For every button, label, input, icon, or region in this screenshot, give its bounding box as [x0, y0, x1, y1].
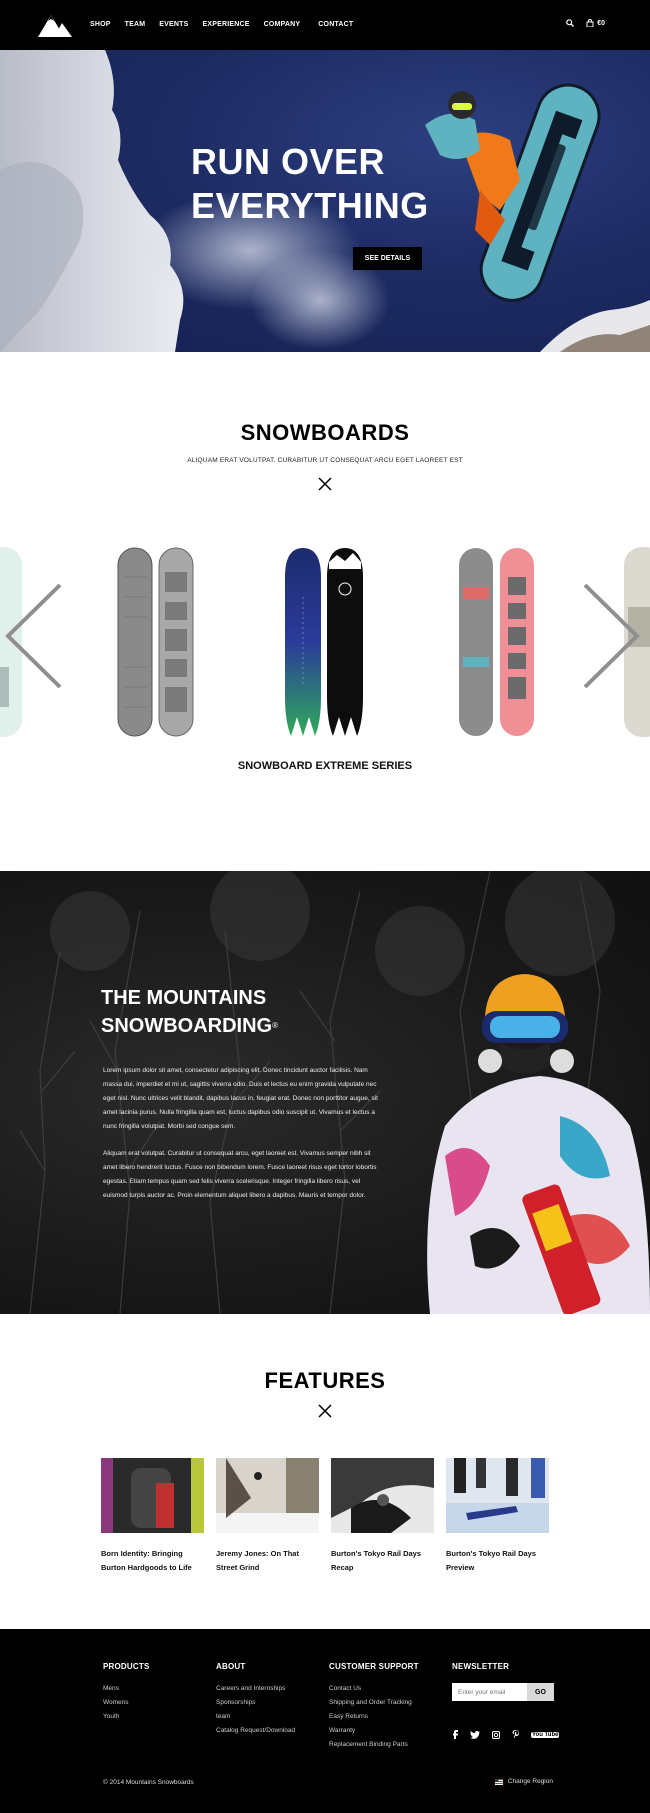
snowboarder-portrait-image	[427, 974, 650, 1314]
snowboard-burton-gray[interactable]	[117, 547, 195, 737]
snowboard-extreme-series[interactable]	[285, 547, 365, 737]
nav-experience[interactable]: EXPERIENCE	[203, 21, 250, 28]
newsletter-heading: NEWSLETTER	[452, 1662, 510, 1671]
newsletter-email-input[interactable]	[452, 1683, 527, 1701]
nav-shop[interactable]: SHOP	[90, 21, 111, 28]
footer-heading: PRODUCTS	[103, 1662, 150, 1671]
pinterest-icon[interactable]	[512, 1730, 519, 1739]
footer-link[interactable]: Womens	[103, 1696, 150, 1710]
mountain-logo-icon[interactable]	[38, 13, 72, 37]
shopping-bag-icon	[586, 19, 594, 27]
cart-button[interactable]: €0	[586, 19, 605, 27]
nav-contact[interactable]: CONTACT	[318, 21, 353, 28]
feature-card[interactable]: Jeremy Jones: On That Street Grind	[216, 1458, 319, 1575]
copyright-text: © 2014 Mountains Snowboards	[103, 1779, 194, 1786]
instagram-icon[interactable]	[492, 1730, 500, 1739]
snowboards-subtitle: ALIQUAM ERAT VOLUTPAT. CURABITUR UT CONS…	[187, 457, 463, 464]
mountains-paragraph-1: Lorem ipsum dolor sit amet, consectetur …	[103, 1067, 378, 1130]
feature-image-jeremy-jones	[216, 1458, 319, 1533]
search-icon[interactable]	[566, 19, 575, 27]
feature-image-tokyo-rail-preview	[446, 1458, 549, 1533]
snowboard-custom-pink[interactable]	[458, 547, 536, 737]
feature-caption[interactable]: Born Identity: Bringing Burton Hardgoods…	[101, 1547, 204, 1575]
snowboarder-jumping-image	[425, 83, 601, 302]
registered-mark: ®	[272, 1021, 279, 1030]
change-region-label: Change Region	[507, 1778, 553, 1785]
feature-card[interactable]: Born Identity: Bringing Burton Hardgoods…	[101, 1458, 204, 1575]
site-footer: PRODUCTS Mens Womens Youth ABOUT Careers…	[0, 1629, 650, 1813]
mountains-title: THE MOUNTAINS SNOWBOARDING®	[101, 984, 278, 1040]
footer-link[interactable]: Shipping and Order Tracking	[329, 1696, 419, 1710]
footer-about: ABOUT Careers and Internships Sponsorshi…	[216, 1662, 295, 1738]
see-details-button[interactable]: SEE DETAILS	[353, 247, 422, 270]
hero-title: RUN OVER EVERYTHING	[191, 140, 429, 228]
feature-card[interactable]: Burton's Tokyo Rail Days Preview	[446, 1458, 549, 1575]
nav-events[interactable]: EVENTS	[159, 21, 188, 28]
youtube-icon[interactable]: You Tube	[531, 1731, 560, 1738]
hero-title-line2: EVERYTHING	[191, 185, 429, 226]
footer-link[interactable]: Warranty	[329, 1724, 419, 1738]
close-x-icon	[318, 1404, 332, 1418]
hero-title-line1: RUN OVER	[191, 141, 386, 182]
change-region-link[interactable]: Change Region	[494, 1778, 553, 1785]
footer-link[interactable]: Easy Returns	[329, 1710, 419, 1724]
footer-link[interactable]: Careers and Internships	[216, 1682, 295, 1696]
footer-link[interactable]: Sponsorships	[216, 1696, 295, 1710]
carousel-prev-arrow-icon[interactable]	[5, 583, 63, 689]
nav-team[interactable]: TEAM	[125, 21, 146, 28]
footer-link[interactable]: Replacement Binding Parts	[329, 1738, 419, 1752]
us-flag-icon	[494, 1778, 503, 1785]
feature-card[interactable]: Burton's Tokyo Rail Days Recap	[331, 1458, 434, 1575]
footer-products: PRODUCTS Mens Womens Youth	[103, 1662, 150, 1724]
social-links: You Tube	[452, 1730, 560, 1739]
feature-image-tokyo-rail-recap	[331, 1458, 434, 1533]
footer-heading: CUSTOMER SUPPORT	[329, 1662, 419, 1671]
mountains-title-line2: SNOWBOARDING	[101, 1015, 273, 1037]
mountains-paragraph-2: Aliquam erat volutpat. Curabitur ut cons…	[103, 1150, 377, 1199]
twitter-icon[interactable]	[470, 1730, 480, 1739]
footer-link[interactable]: Youth	[103, 1710, 150, 1724]
header-actions: €0	[566, 19, 605, 27]
hero-banner: RUN OVER EVERYTHING SEE DETAILS	[0, 50, 650, 352]
footer-customer-support: CUSTOMER SUPPORT Contact Us Shipping and…	[329, 1662, 419, 1752]
footer-newsletter: NEWSLETTER	[452, 1662, 509, 1682]
youtube-label: You Tube	[531, 1731, 560, 1738]
feature-caption[interactable]: Burton's Tokyo Rail Days Preview	[446, 1547, 549, 1575]
facebook-icon[interactable]	[452, 1730, 458, 1739]
footer-link[interactable]: Catalog Request/Download	[216, 1724, 295, 1738]
footer-heading: ABOUT	[216, 1662, 246, 1671]
feature-caption[interactable]: Jeremy Jones: On That Street Grind	[216, 1547, 319, 1575]
features-title: FEATURES	[264, 1368, 386, 1393]
footer-link[interactable]: team	[216, 1710, 295, 1724]
series-title: SNOWBOARD EXTREME SERIES	[237, 760, 413, 772]
nav-company[interactable]: COMPANY	[264, 21, 301, 28]
feature-caption[interactable]: Burton's Tokyo Rail Days Recap	[331, 1547, 434, 1575]
mountains-title-line1: THE MOUNTAINS	[101, 987, 267, 1009]
footer-link[interactable]: Contact Us	[329, 1682, 419, 1696]
carousel-next-arrow-icon[interactable]	[582, 583, 640, 689]
cart-total: €0	[597, 19, 605, 27]
footer-link[interactable]: Mens	[103, 1682, 150, 1696]
main-nav: SHOP TEAM EVENTS EXPERIENCE COMPANY CONT…	[90, 21, 367, 28]
newsletter-go-button[interactable]: GO	[527, 1683, 554, 1701]
mountains-section: THE MOUNTAINS SNOWBOARDING® Lorem ipsum …	[0, 871, 650, 1314]
snowboards-title: SNOWBOARDS	[240, 420, 410, 445]
close-x-icon	[318, 477, 332, 491]
site-header: SHOP TEAM EVENTS EXPERIENCE COMPANY CONT…	[0, 0, 650, 50]
feature-image-born-identity	[101, 1458, 204, 1533]
